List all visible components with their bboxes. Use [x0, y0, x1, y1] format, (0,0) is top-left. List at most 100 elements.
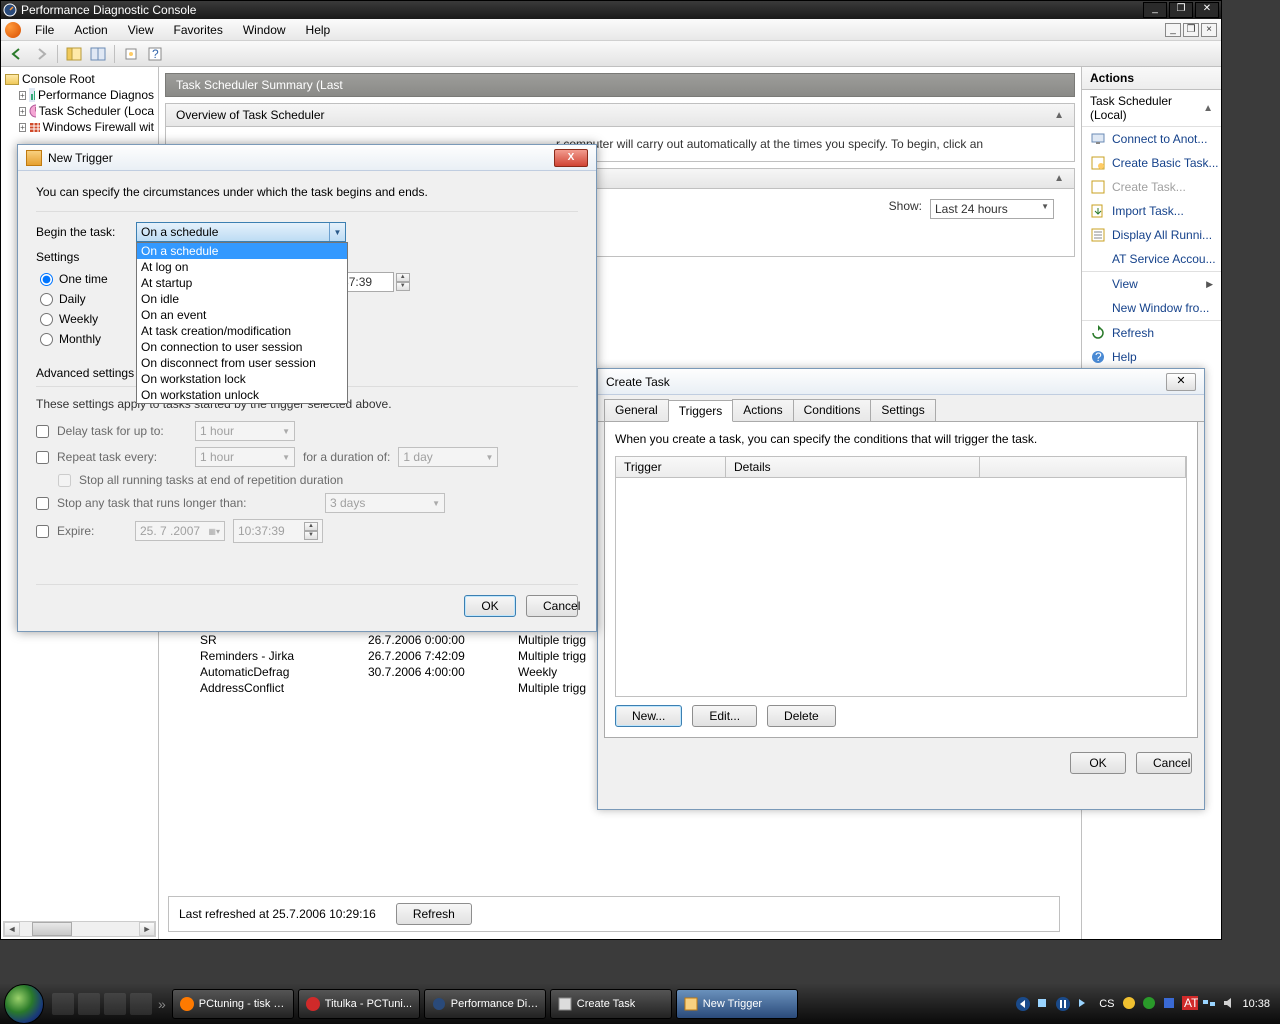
- menu-help[interactable]: Help: [296, 20, 341, 40]
- expander-icon[interactable]: +: [19, 107, 26, 116]
- ok-button[interactable]: OK: [464, 595, 516, 617]
- tree-item-firewall[interactable]: + Windows Firewall wit: [3, 119, 156, 135]
- minimize-button[interactable]: _: [1143, 2, 1167, 18]
- dd-option[interactable]: On a schedule: [137, 243, 347, 259]
- scroll-thumb[interactable]: [32, 922, 72, 936]
- scroll-right-icon[interactable]: ►: [139, 922, 155, 936]
- stopany-checkbox[interactable]: [36, 497, 49, 510]
- tab-settings[interactable]: Settings: [870, 399, 935, 421]
- collapse-icon[interactable]: ▲: [1054, 173, 1064, 184]
- taskbar-task[interactable]: PCtuning - tisk c...: [172, 989, 294, 1019]
- quick-launch-icon[interactable]: [104, 993, 126, 1015]
- status-range-select[interactable]: Last 24 hours▼: [930, 199, 1054, 219]
- create-task-titlebar[interactable]: Create Task ✕: [598, 369, 1204, 395]
- forward-button[interactable]: [31, 44, 51, 64]
- tree-item-performance[interactable]: + Performance Diagnos: [3, 87, 156, 103]
- time-spinner[interactable]: ▲▼: [396, 273, 410, 291]
- menu-favorites[interactable]: Favorites: [164, 20, 233, 40]
- overview-header[interactable]: Overview of Task Scheduler ▲: [165, 103, 1075, 127]
- triggers-grid[interactable]: Trigger Details: [615, 456, 1187, 697]
- tray-icon[interactable]: [1122, 996, 1138, 1012]
- action-refresh[interactable]: Refresh: [1082, 321, 1221, 345]
- action-help[interactable]: ?Help: [1082, 345, 1221, 369]
- expander-icon[interactable]: +: [19, 91, 26, 100]
- media-pause-icon[interactable]: [1055, 996, 1071, 1012]
- quick-launch-icon[interactable]: [130, 993, 152, 1015]
- task-row[interactable]: AddressConflictMultiple trigg: [168, 680, 648, 696]
- tray-icon[interactable]: [1142, 996, 1158, 1012]
- tree-item-task-scheduler[interactable]: + Task Scheduler (Loca: [3, 103, 156, 119]
- menu-window[interactable]: Window: [233, 20, 296, 40]
- menu-action[interactable]: Action: [64, 20, 117, 40]
- cancel-button[interactable]: Cancel: [1136, 752, 1192, 774]
- task-row[interactable]: Reminders - Jirka26.7.2006 7:42:09Multip…: [168, 648, 648, 664]
- collapse-icon[interactable]: ▲: [1054, 110, 1064, 121]
- edit-trigger-button[interactable]: Edit...: [692, 705, 757, 727]
- quick-launch-icon[interactable]: [78, 993, 100, 1015]
- dd-option[interactable]: At task creation/modification: [137, 323, 347, 339]
- panes-button[interactable]: [88, 44, 108, 64]
- ok-button[interactable]: OK: [1070, 752, 1126, 774]
- dd-option[interactable]: At log on: [137, 259, 347, 275]
- language-indicator[interactable]: CS: [1095, 996, 1118, 1012]
- dd-option[interactable]: On workstation lock: [137, 371, 347, 387]
- properties-button[interactable]: [121, 44, 141, 64]
- taskbar[interactable]: » PCtuning - tisk c... Titulka - PCTuni.…: [0, 984, 1280, 1024]
- action-view[interactable]: View▶: [1082, 272, 1221, 296]
- action-import[interactable]: Import Task...: [1082, 199, 1221, 223]
- tree-scrollbar[interactable]: ◄ ►: [3, 921, 156, 937]
- help-button[interactable]: ?: [145, 44, 165, 64]
- new-trigger-button[interactable]: New...: [615, 705, 682, 727]
- dd-option[interactable]: On connection to user session: [137, 339, 347, 355]
- dd-option[interactable]: At startup: [137, 275, 347, 291]
- tab-conditions[interactable]: Conditions: [793, 399, 872, 421]
- begin-task-dropdown[interactable]: On a schedule At log on At startup On id…: [136, 242, 348, 404]
- chevron-down-icon[interactable]: ▼: [329, 223, 345, 241]
- task-row[interactable]: SR26.7.2006 0:00:00Multiple trigg: [168, 632, 648, 648]
- taskbar-task[interactable]: Performance Dia...: [424, 989, 546, 1019]
- collapse-icon[interactable]: ▲: [1203, 103, 1213, 114]
- media-stop-icon[interactable]: [1035, 996, 1051, 1012]
- dd-option[interactable]: On disconnect from user session: [137, 355, 347, 371]
- titlebar[interactable]: Performance Diagnostic Console _ ❐ ✕: [1, 1, 1221, 19]
- tab-actions[interactable]: Actions: [732, 399, 793, 421]
- close-button[interactable]: ✕: [1166, 373, 1196, 391]
- expire-checkbox[interactable]: [36, 525, 49, 538]
- cancel-button[interactable]: Cancel: [526, 595, 578, 617]
- delete-trigger-button[interactable]: Delete: [767, 705, 836, 727]
- back-button[interactable]: [7, 44, 27, 64]
- action-at-service[interactable]: AT Service Accou...: [1082, 247, 1221, 271]
- show-hide-tree-button[interactable]: [64, 44, 84, 64]
- menu-file[interactable]: File: [25, 20, 64, 40]
- action-create-basic[interactable]: Create Basic Task...: [1082, 151, 1221, 175]
- dd-option[interactable]: On workstation unlock: [137, 387, 347, 403]
- volume-icon[interactable]: [1222, 996, 1238, 1012]
- action-display-all[interactable]: Display All Runni...: [1082, 223, 1221, 247]
- action-create-task[interactable]: Create Task...: [1082, 175, 1221, 199]
- begin-task-combo[interactable]: On a schedule ▼ On a schedule At log on …: [136, 222, 346, 242]
- radio-weekly[interactable]: Weekly: [40, 312, 108, 326]
- taskbar-task[interactable]: Titulka - PCTuni...: [298, 989, 420, 1019]
- actions-group[interactable]: Task Scheduler (Local)▲: [1082, 90, 1221, 127]
- col-details[interactable]: Details: [726, 457, 980, 477]
- media-next-icon[interactable]: [1075, 996, 1091, 1012]
- clock[interactable]: 10:38: [1242, 998, 1270, 1010]
- tray-icon[interactable]: [1162, 996, 1178, 1012]
- maximize-button[interactable]: ❐: [1169, 2, 1193, 18]
- new-trigger-titlebar[interactable]: New Trigger X: [18, 145, 596, 171]
- mdi-minimize[interactable]: _: [1165, 23, 1181, 37]
- media-prev-icon[interactable]: [1015, 996, 1031, 1012]
- taskbar-task-active[interactable]: New Trigger: [676, 989, 798, 1019]
- close-button[interactable]: X: [554, 149, 588, 167]
- taskbar-task[interactable]: Create Task: [550, 989, 672, 1019]
- expander-icon[interactable]: +: [19, 123, 26, 132]
- dd-option[interactable]: On an event: [137, 307, 347, 323]
- task-row[interactable]: AutomaticDefrag30.7.2006 4:00:00Weekly: [168, 664, 648, 680]
- close-button[interactable]: ✕: [1195, 2, 1219, 18]
- delay-checkbox[interactable]: [36, 425, 49, 438]
- refresh-button[interactable]: Refresh: [396, 903, 472, 925]
- dd-option[interactable]: On idle: [137, 291, 347, 307]
- radio-one-time[interactable]: One time: [40, 272, 108, 286]
- menu-view[interactable]: View: [118, 20, 164, 40]
- scroll-left-icon[interactable]: ◄: [4, 922, 20, 936]
